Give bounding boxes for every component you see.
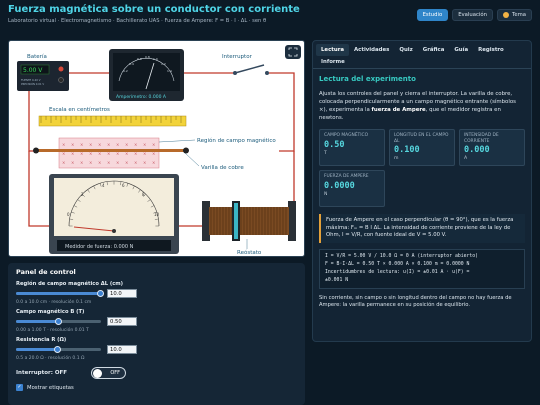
reading-intro: Ajusta los controles del panel y cierra … [319, 91, 516, 121]
reading-title: Lectura del experimento [319, 75, 416, 83]
switch-label: Interruptor [222, 54, 253, 60]
formula-note: Fuerza de Ampere en el caso perpendicula… [319, 214, 525, 243]
svg-text:×: × [98, 160, 101, 165]
control-panel: Panel de control Región de campo magnéti… [8, 263, 305, 405]
tab-guía[interactable]: Guía [449, 44, 473, 56]
svg-text:×: × [62, 160, 65, 165]
svg-text:1.2: 1.2 [161, 62, 166, 66]
magnetic-field-control: Campo magnético B (T) 0.50 0.00 a 1.00 T… [16, 309, 297, 333]
tab-quiz[interactable]: Quiz [394, 44, 417, 56]
resistance-control: Resistencia R (Ω) 10.0 0.5 a 20.0 Ω · re… [16, 337, 297, 361]
svg-text:0.2: 0.2 [123, 69, 128, 73]
force-display: Medidor de fuerza: 0.000 N [65, 244, 134, 250]
magnetic-field-slider[interactable] [16, 318, 101, 325]
svg-text:1.0: 1.0 [153, 57, 158, 61]
theme-icon [503, 12, 509, 18]
svg-text:×: × [116, 160, 119, 165]
battery-label: Batería [27, 53, 47, 60]
svg-text:×: × [116, 142, 119, 147]
tab-informe[interactable]: Informe [316, 56, 350, 68]
resistance-slider[interactable] [16, 346, 101, 353]
tab-registro[interactable]: Registro [473, 44, 509, 56]
field-length-control: Región de campo magnético ΔL (cm) 10.0 0… [16, 281, 297, 305]
svg-text:×: × [152, 160, 155, 165]
card-current: Intensidad de corriente 0.000 A [459, 129, 525, 166]
svg-text:×: × [107, 142, 110, 147]
svg-text:×: × [71, 160, 74, 165]
svg-text:×: × [80, 142, 83, 147]
svg-text:×: × [62, 142, 65, 147]
card-length: Longitud en el campo ΔL 0.100 m [389, 129, 455, 166]
tab-gráfica[interactable]: Gráfica [418, 44, 450, 56]
theme-toggle-button[interactable]: Tema [497, 9, 532, 21]
svg-text:×: × [125, 142, 128, 147]
card-force: Fuerza de Ampere 0.0000 N [319, 170, 385, 207]
ruler-label: Escala en centímetros [49, 106, 110, 113]
magnetic-field-input[interactable]: 0.50 [107, 317, 137, 326]
ammeter-display: Amperímetro: 0.000 A [116, 93, 167, 100]
svg-text:×: × [89, 142, 92, 147]
control-panel-title: Panel de control [16, 268, 76, 276]
svg-text:FUENTE 0-20 V: FUENTE 0-20 V [21, 78, 41, 82]
info-panel: Lectura Actividades Quiz Gráfica Guía Registr… [312, 40, 532, 342]
check-icon: ✓ [16, 384, 23, 391]
tab-actividades[interactable]: Actividades [349, 44, 394, 56]
evaluation-mode-button[interactable]: Evaluación [452, 9, 493, 21]
show-labels-checkbox[interactable]: ✓ Mostrar etiquetas [16, 384, 297, 391]
svg-text:×: × [143, 142, 146, 147]
circuit-switch[interactable] [234, 64, 265, 74]
resistance-input[interactable]: 10.0 [107, 345, 137, 354]
experiment-scene: Batería 5.00 V FUENTE 0-20 V PRECISIÓN 0… [8, 40, 305, 257]
svg-text:×: × [134, 142, 137, 147]
field-length-slider[interactable] [16, 290, 104, 297]
reading-footer: Sin corriente, sin campo o sin longitud … [319, 294, 512, 309]
svg-text:0.6: 0.6 [137, 57, 142, 61]
rheostat-label: Reóstato [237, 249, 262, 256]
svg-text:×: × [89, 160, 92, 165]
svg-text:×: × [152, 142, 155, 147]
study-mode-button[interactable]: Estudio [416, 9, 449, 21]
tab-lectura[interactable]: Lectura [316, 44, 349, 56]
fullscreen-button[interactable] [285, 45, 301, 59]
svg-text:×: × [143, 160, 146, 165]
battery-display: 5.00 V [23, 67, 43, 74]
card-magnetic-field: Campo magnético 0.50 T [319, 129, 385, 166]
svg-text:×: × [80, 160, 83, 165]
svg-text:×: × [125, 160, 128, 165]
svg-text:×: × [98, 142, 101, 147]
app-header: Fuerza magnética sobre un conductor con … [0, 0, 540, 34]
copper-rod [37, 149, 185, 152]
switch-toggle[interactable]: OFF [91, 367, 126, 379]
svg-text:0.4: 0.4 [129, 62, 134, 66]
switch-state-label: Interruptor: OFF [16, 370, 68, 376]
svg-text:1.4: 1.4 [167, 69, 172, 73]
field-length-input[interactable]: 10.0 [107, 289, 137, 298]
svg-text:×: × [71, 142, 74, 147]
calculation-block: I = V/R = 5.00 V / 10.0 Ω = 0 A (interru… [319, 248, 525, 289]
rod-label: Varilla de cobre [201, 165, 244, 171]
field-label: Región de campo magnético [197, 137, 276, 144]
svg-text:0.8: 0.8 [145, 55, 150, 59]
svg-text:×: × [107, 160, 110, 165]
svg-text:10: 10 [154, 212, 160, 217]
svg-text:×: × [134, 160, 137, 165]
